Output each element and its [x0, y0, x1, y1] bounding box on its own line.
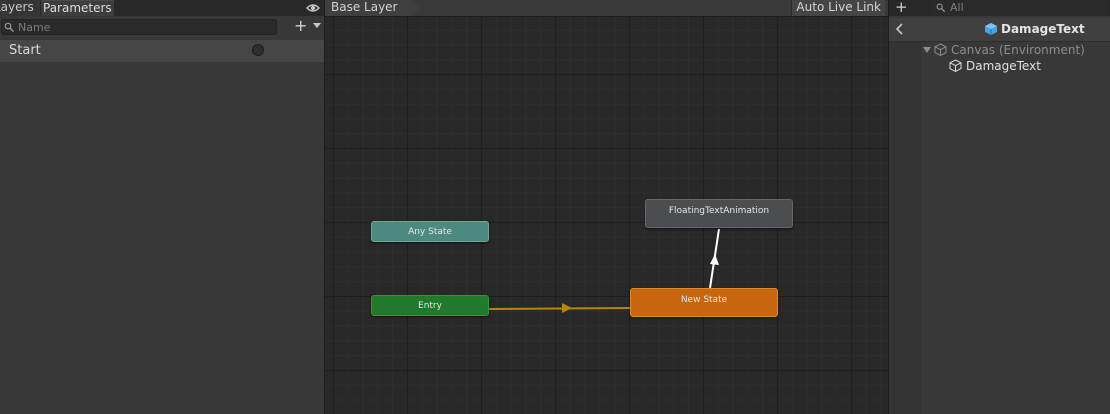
parameter-row-start[interactable]: Start — [0, 40, 324, 62]
tree-item-label: DamageText — [966, 59, 1041, 73]
add-label: + — [895, 0, 908, 16]
hierarchy-add-button[interactable]: + — [895, 0, 919, 23]
hierarchy-toolbar: + All — [889, 0, 1110, 23]
state-floating-text-animation[interactable]: FloatingTextAnimation — [645, 199, 793, 228]
prefab-cube-icon — [985, 23, 997, 35]
search-icon — [936, 3, 946, 13]
chevron-down-icon — [312, 23, 321, 28]
breadcrumb-base-layer[interactable]: Base Layer — [325, 0, 419, 16]
panel-tabs: Layers Parameters — [0, 0, 324, 16]
hierarchy-gutter — [889, 42, 921, 414]
parameter-name: Start — [9, 43, 41, 58]
tree-item-label: Canvas (Environment) — [951, 43, 1085, 57]
hierarchy-search[interactable]: All — [932, 1, 1106, 15]
tab-parameters[interactable]: Parameters — [41, 0, 114, 16]
eye-icon[interactable] — [306, 1, 320, 15]
hierarchy-tree — [921, 42, 1110, 414]
parameter-search-box — [1, 19, 277, 35]
auto-live-link-button[interactable]: Auto Live Link — [791, 0, 885, 16]
add-parameter-button[interactable]: + — [294, 16, 322, 35]
expand-triangle-icon[interactable] — [923, 47, 931, 53]
state-new-state[interactable]: New State — [630, 288, 778, 317]
hierarchy-search-placeholder: All — [950, 1, 964, 14]
tree-item-damagetext[interactable]: DamageText — [949, 58, 1041, 74]
state-any-state[interactable]: Any State — [371, 221, 489, 242]
tab-layers[interactable]: Layers — [0, 0, 40, 16]
animator-graph[interactable] — [325, 0, 888, 414]
prefab-title: DamageText — [1001, 22, 1085, 36]
parameter-search-row: + — [0, 17, 324, 37]
trigger-toggle[interactable] — [252, 44, 264, 56]
chevron-left-icon[interactable] — [895, 23, 905, 35]
parameters-panel: Layers Parameters + Start — [0, 0, 324, 414]
state-entry[interactable]: Entry — [371, 295, 489, 316]
add-label: + — [294, 16, 308, 35]
tree-item-canvas[interactable]: Canvas (Environment) — [923, 42, 1085, 58]
parameter-search-input[interactable] — [18, 20, 268, 34]
search-icon — [4, 22, 14, 32]
gameobject-cube-icon — [949, 59, 962, 72]
gameobject-cube-icon — [934, 43, 947, 56]
prefab-header: DamageText — [889, 18, 1110, 42]
graph-toolbar: Base Layer Auto Live Link — [325, 0, 888, 17]
